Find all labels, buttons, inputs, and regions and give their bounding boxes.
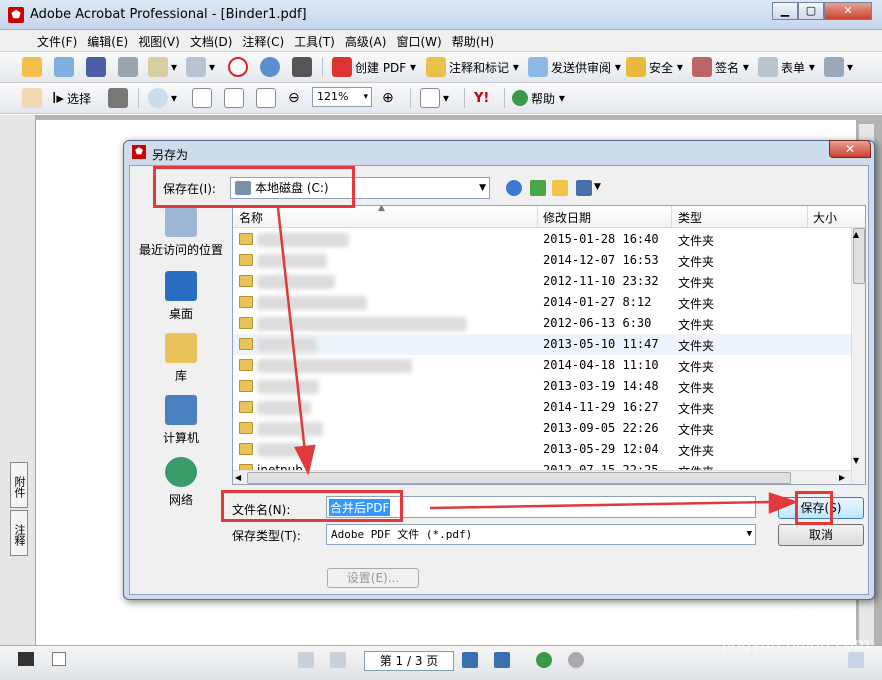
watermark-url: jingyan.baidu.com	[722, 634, 870, 653]
annotation-arrow-down	[276, 207, 307, 453]
arrow-head	[294, 444, 316, 476]
arrow-head	[768, 492, 799, 514]
annotation-arrows	[276, 207, 799, 514]
annotation-arrow-right	[429, 500, 773, 510]
